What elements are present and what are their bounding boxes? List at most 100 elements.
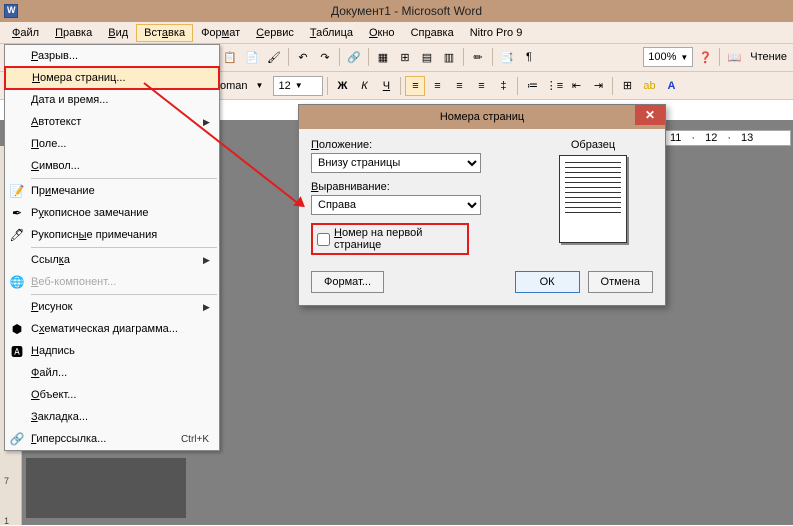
preview-thumbnail: [559, 155, 627, 243]
zoom-combo[interactable]: 100%▼: [643, 47, 693, 67]
horizontal-ruler-fragment: 11·12·13: [664, 130, 791, 146]
table-icon[interactable]: ▦: [373, 47, 393, 67]
first-page-checkbox-row[interactable]: Номер на первой странице: [311, 223, 469, 255]
reading-icon[interactable]: 📖: [724, 47, 744, 67]
help-icon[interactable]: ❓: [695, 47, 715, 67]
menu-tools[interactable]: Сервис: [248, 24, 302, 42]
font-color-icon[interactable]: A: [661, 76, 681, 96]
separator: [612, 77, 613, 95]
dialog-title: Номера страниц: [440, 111, 524, 123]
menu-nitro[interactable]: Nitro Pro 9: [462, 24, 531, 42]
menu-insert[interactable]: Вставка: [136, 24, 193, 42]
drawing-icon[interactable]: ✏: [468, 47, 488, 67]
numbering-icon[interactable]: ≔: [522, 76, 542, 96]
position-label: Положение:: [311, 139, 533, 151]
menu-table[interactable]: Таблица: [302, 24, 361, 42]
comment-icon: 📝: [5, 180, 29, 202]
menu-separator: [31, 294, 217, 295]
menu-item-page-numbers[interactable]: Номера страниц...: [4, 66, 220, 90]
borders-icon[interactable]: ⊞: [617, 76, 637, 96]
insert-menu-dropdown: Разрыв... Номера страниц... Дата и время…: [4, 44, 220, 451]
insert-table-icon[interactable]: ⊞: [395, 47, 415, 67]
indent-icon[interactable]: ⇥: [588, 76, 608, 96]
diagram-icon: ⬢: [5, 318, 29, 340]
menu-item-symbol[interactable]: Символ...: [5, 155, 219, 177]
preview-label: Образец: [533, 139, 653, 151]
web-icon: 🌐: [5, 271, 29, 293]
menu-item-ink[interactable]: ✒Рукописное замечание: [5, 202, 219, 224]
menu-item-reference[interactable]: Ссылка▶: [5, 249, 219, 271]
outdent-icon[interactable]: ⇤: [566, 76, 586, 96]
font-size-combo[interactable]: 12▼: [273, 76, 323, 96]
redo-icon[interactable]: ↷: [315, 47, 335, 67]
doc-map-icon[interactable]: 📑: [497, 47, 517, 67]
textbox-icon: 🅰: [5, 340, 29, 362]
separator: [339, 48, 340, 66]
window-title: Документ1 - Microsoft Word: [24, 4, 789, 18]
font-dropdown-arrow[interactable]: ▼: [256, 81, 264, 90]
first-page-checkbox[interactable]: [317, 233, 330, 246]
dialog-titlebar[interactable]: Номера страниц ✕: [299, 105, 665, 129]
menu-item-hyperlink[interactable]: 🔗Гиперссылка...Ctrl+K: [5, 428, 219, 450]
menu-item-picture[interactable]: Рисунок▶: [5, 296, 219, 318]
separator: [368, 48, 369, 66]
separator: [492, 48, 493, 66]
menu-item-file[interactable]: Файл...: [5, 362, 219, 384]
reading-label[interactable]: Чтение: [746, 51, 791, 63]
paste-icon[interactable]: 📋: [220, 47, 240, 67]
align-label: Выравнивание:: [311, 181, 533, 193]
copy-icon[interactable]: 📄: [242, 47, 262, 67]
first-page-checkbox-label: Номер на первой странице: [334, 227, 463, 251]
excel-icon[interactable]: ▤: [417, 47, 437, 67]
underline-icon[interactable]: Ч: [376, 76, 396, 96]
menu-item-textbox[interactable]: 🅰Надпись: [5, 340, 219, 362]
menu-window[interactable]: Окно: [361, 24, 403, 42]
bold-icon[interactable]: Ж: [332, 76, 352, 96]
menu-item-object[interactable]: Объект...: [5, 384, 219, 406]
ink-note-icon: 🖊: [5, 224, 29, 246]
menu-item-comment[interactable]: 📝Примечание: [5, 180, 219, 202]
menu-format[interactable]: Формат: [193, 24, 248, 42]
ink-icon: ✒: [5, 202, 29, 224]
menu-item-web-component: 🌐Веб-компонент...: [5, 271, 219, 293]
menu-view[interactable]: Вид: [100, 24, 136, 42]
cancel-button[interactable]: Отмена: [588, 271, 653, 293]
italic-icon[interactable]: К: [354, 76, 374, 96]
columns-icon[interactable]: ▥: [439, 47, 459, 67]
menu-item-diagram[interactable]: ⬢Схематическая диаграмма...: [5, 318, 219, 340]
hyperlink-icon: 🔗: [5, 428, 29, 450]
align-justify-icon[interactable]: ≡: [471, 76, 491, 96]
align-center-icon[interactable]: ≡: [427, 76, 447, 96]
menu-item-break[interactable]: Разрыв...: [5, 45, 219, 67]
align-right-icon[interactable]: ≡: [449, 76, 469, 96]
menu-item-bookmark[interactable]: Закладка...: [5, 406, 219, 428]
position-select[interactable]: Внизу страницы: [311, 153, 481, 173]
menu-item-field[interactable]: Поле...: [5, 133, 219, 155]
menu-edit[interactable]: Правка: [47, 24, 100, 42]
bullets-icon[interactable]: ⋮≡: [544, 76, 564, 96]
brush-icon[interactable]: 🖌: [264, 47, 284, 67]
format-button[interactable]: Формат...: [311, 271, 384, 293]
menu-separator: [31, 247, 217, 248]
font-name-fragment: oman: [220, 80, 248, 92]
dialog-close-button[interactable]: ✕: [635, 105, 665, 125]
menu-help[interactable]: Справка: [403, 24, 462, 42]
separator: [400, 77, 401, 95]
align-left-icon[interactable]: ≡: [405, 76, 425, 96]
highlight-icon[interactable]: ab: [639, 76, 659, 96]
separator: [288, 48, 289, 66]
menubar: Файл Правка Вид Вставка Формат Сервис Та…: [0, 22, 793, 44]
menu-separator: [31, 178, 217, 179]
menu-item-datetime[interactable]: Дата и время...: [5, 89, 219, 111]
align-select[interactable]: Справа: [311, 195, 481, 215]
separator: [463, 48, 464, 66]
show-marks-icon[interactable]: ¶: [519, 47, 539, 67]
ok-button[interactable]: ОК: [515, 271, 580, 293]
undo-icon[interactable]: ↶: [293, 47, 313, 67]
menu-file[interactable]: Файл: [4, 24, 47, 42]
titlebar: Документ1 - Microsoft Word: [0, 0, 793, 22]
link-icon[interactable]: 🔗: [344, 47, 364, 67]
separator: [719, 48, 720, 66]
menu-item-ink-notes[interactable]: 🖊Рукописные примечания: [5, 224, 219, 246]
line-spacing-icon[interactable]: ‡: [493, 76, 513, 96]
